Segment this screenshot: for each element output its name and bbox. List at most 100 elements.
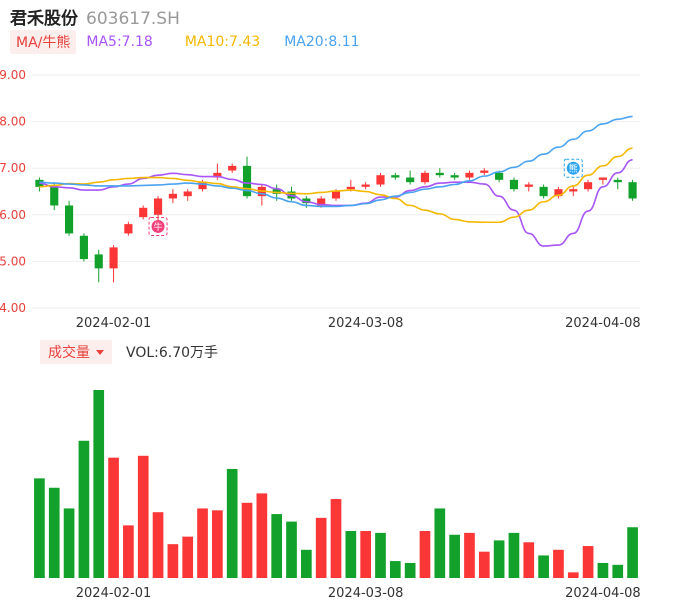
volume-bar — [538, 555, 549, 578]
candle — [228, 163, 237, 173]
candle-body — [331, 191, 341, 199]
x-tick-label: 2024-03-08 — [328, 316, 404, 331]
candle-body — [480, 170, 489, 173]
candle — [420, 170, 430, 185]
volume-bar — [597, 562, 609, 578]
volume-bar — [375, 532, 386, 578]
candle — [79, 233, 88, 262]
candle-body — [183, 191, 192, 197]
candle-body — [598, 177, 608, 180]
candle-body — [109, 247, 118, 269]
volume-bar — [123, 525, 134, 578]
candle-body — [569, 189, 578, 192]
volume-bar — [389, 561, 401, 578]
candle-body — [406, 177, 415, 183]
candle — [628, 179, 637, 201]
candle-body — [50, 186, 59, 206]
volume-bar — [167, 544, 179, 578]
candle-body — [420, 172, 430, 183]
volume-bar — [567, 572, 579, 578]
x-tick-label: 2024-02-01 — [76, 316, 152, 331]
candle — [376, 172, 385, 187]
candle — [257, 184, 266, 206]
candle-body — [628, 182, 637, 199]
y-tick-label: 4.00 — [0, 301, 26, 315]
volume-bar — [256, 493, 268, 578]
candle — [613, 177, 622, 190]
candle-body — [435, 172, 444, 176]
y-tick-label: 7.00 — [0, 161, 26, 175]
y-tick-label: 8.00 — [0, 115, 26, 129]
volume-bar — [434, 508, 446, 578]
candle-body — [495, 172, 504, 180]
candle-body — [168, 193, 177, 199]
volume-bar — [137, 455, 149, 578]
candle — [554, 186, 563, 199]
candle — [183, 189, 192, 201]
volume-bar — [553, 549, 564, 578]
candlesticks — [35, 156, 637, 283]
stock-chart[interactable]: 9.008.007.006.005.004.00 牛熊 2024-02-01 20… — [0, 0, 686, 606]
candle-body — [228, 165, 237, 171]
volume-bar — [345, 531, 357, 578]
candle — [584, 179, 593, 192]
volume-bar — [63, 508, 75, 578]
volume-x-tick-label: 2024-03-08 — [328, 586, 404, 601]
volume-bar — [523, 542, 535, 578]
candle-body — [509, 179, 519, 190]
candle — [109, 245, 118, 283]
candle — [569, 186, 578, 197]
y-tick-label: 5.00 — [0, 254, 26, 268]
candle — [168, 189, 177, 204]
volume-bar — [286, 521, 297, 578]
candle-body — [376, 175, 385, 185]
volume-bar — [182, 536, 194, 578]
candle-body — [524, 184, 533, 187]
volume-bar — [627, 527, 638, 578]
candle-body — [124, 224, 133, 234]
y-tick-label: 9.00 — [0, 68, 26, 82]
price-y-axis: 9.00 8.00 7.00 6.00 5.00 4.00 — [0, 68, 26, 315]
volume-bar — [464, 532, 475, 578]
volume-bar — [478, 551, 490, 578]
candle — [450, 172, 459, 180]
volume-bar — [404, 562, 416, 578]
volume-bar — [360, 531, 371, 578]
candle-body — [450, 175, 459, 178]
volume-x-tick-label: 2024-04-08 — [565, 586, 641, 601]
volume-bar — [493, 540, 505, 578]
signal-markers: 牛熊 — [148, 158, 583, 236]
candle-body — [539, 186, 548, 197]
candle — [391, 172, 400, 180]
candle — [124, 221, 133, 236]
volume-bar — [152, 512, 164, 578]
volume-bar — [612, 564, 624, 578]
volume-bar — [197, 508, 208, 578]
candle — [361, 182, 370, 190]
candle — [94, 249, 103, 283]
candle-body — [79, 235, 88, 260]
x-tick-label: 2024-04-08 — [565, 316, 641, 331]
volume-bar — [301, 549, 312, 578]
candle-body — [64, 205, 74, 234]
price-x-axis: 2024-02-01 2024-03-08 2024-04-08 — [76, 316, 641, 331]
volume-bar — [212, 510, 223, 578]
bear-signal-icon: 熊 — [563, 158, 583, 178]
volume-bar — [315, 517, 327, 578]
volume-bar — [582, 546, 594, 578]
volume-bar — [330, 499, 342, 578]
candle — [64, 200, 74, 236]
candle-body — [139, 207, 148, 218]
candle-body — [465, 172, 474, 178]
candle — [242, 156, 252, 199]
candle — [509, 177, 519, 192]
candle — [480, 168, 489, 176]
candle — [35, 177, 44, 192]
volume-x-axis: 2024-02-01 2024-03-08 2024-04-08 — [76, 586, 641, 601]
volume-bar — [226, 468, 238, 578]
y-tick-label: 6.00 — [0, 208, 26, 222]
candle — [598, 177, 608, 185]
volume-bar — [78, 440, 90, 578]
volume-x-tick-label: 2024-02-01 — [76, 586, 152, 601]
bull-signal-icon: 牛 — [148, 216, 168, 236]
